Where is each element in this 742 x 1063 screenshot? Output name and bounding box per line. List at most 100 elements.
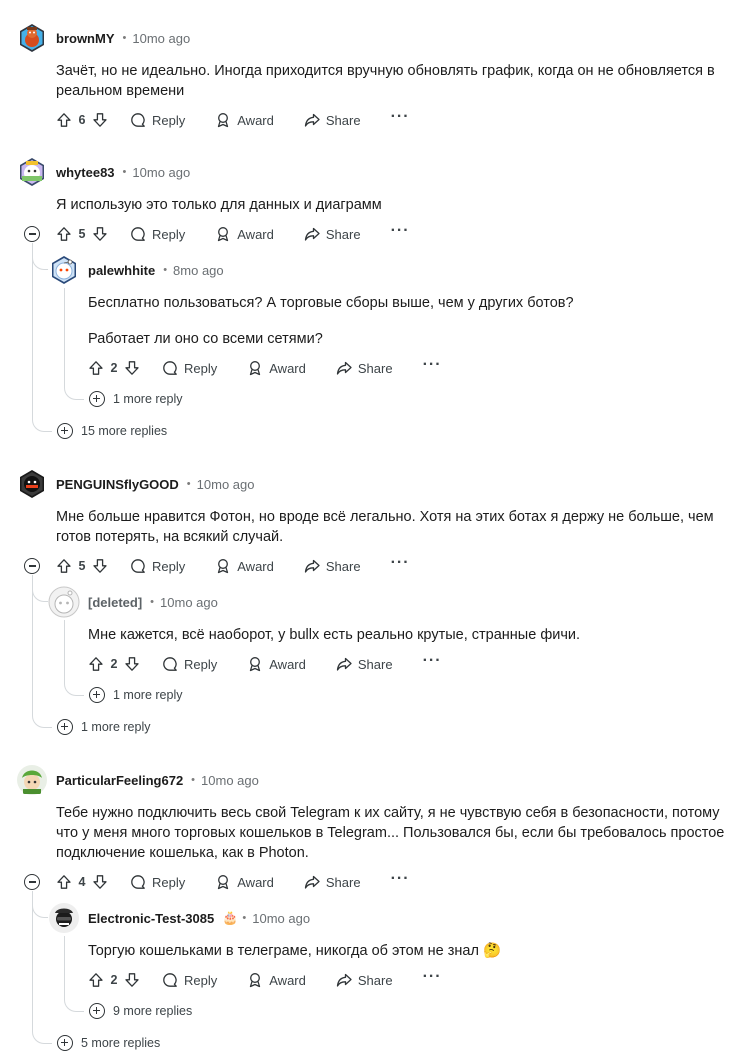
avatar-icon: [20, 158, 44, 186]
timestamp[interactable]: 10mo ago: [201, 773, 259, 788]
collapse-thread-button[interactable]: [24, 558, 40, 574]
downvote-icon[interactable]: [124, 972, 140, 988]
more-options-button[interactable]: ···: [423, 653, 442, 672]
more-replies-button[interactable]: 9 more replies: [89, 1003, 192, 1019]
thread-line: [64, 936, 65, 1000]
award-icon: [218, 113, 229, 128]
downvote-icon[interactable]: [124, 656, 140, 672]
comment-paragraph: Бесплатно пользоваться? А торговые сборы…: [88, 295, 574, 311]
upvote-icon[interactable]: [88, 656, 104, 672]
timestamp[interactable]: 10mo ago: [132, 165, 190, 180]
reply-label: Reply: [152, 226, 186, 242]
vote-control: 6: [56, 112, 108, 128]
downvote-icon[interactable]: [92, 112, 108, 128]
timestamp[interactable]: 10mo ago: [132, 31, 190, 46]
downvote-icon[interactable]: [124, 360, 140, 376]
reply-label: Reply: [184, 972, 218, 988]
share-label: Share: [325, 874, 361, 890]
reply-label: Reply: [152, 558, 186, 574]
award-button[interactable]: Award: [215, 112, 274, 128]
reply-button[interactable]: Reply: [162, 656, 217, 672]
username[interactable]: brownMY: [56, 31, 115, 46]
share-button[interactable]: Share: [304, 112, 361, 128]
share-button[interactable]: Share: [304, 226, 361, 242]
share-label: Share: [325, 558, 361, 574]
upvote-icon[interactable]: [88, 972, 104, 988]
reply-button[interactable]: Reply: [130, 874, 185, 890]
share-icon: [336, 657, 352, 671]
avatar[interactable]: [16, 22, 48, 54]
timestamp[interactable]: 10mo ago: [160, 595, 218, 610]
username[interactable]: whytee83: [56, 165, 115, 180]
award-button[interactable]: Award: [247, 360, 306, 376]
reply-button[interactable]: Reply: [162, 972, 217, 988]
avatar[interactable]: [16, 468, 48, 500]
downvote-icon[interactable]: [92, 874, 108, 890]
username[interactable]: ParticularFeeling672: [56, 773, 183, 788]
avatar[interactable]: [48, 586, 80, 618]
upvote-icon[interactable]: [56, 112, 72, 128]
share-button[interactable]: Share: [336, 656, 393, 672]
vote-count: 5: [78, 559, 86, 573]
downvote-icon[interactable]: [92, 558, 108, 574]
downvote-icon[interactable]: [92, 226, 108, 242]
reply-button[interactable]: Reply: [130, 112, 185, 128]
share-button[interactable]: Share: [304, 558, 361, 574]
avatar[interactable]: [16, 156, 48, 188]
more-replies-button[interactable]: 1 more reply: [89, 687, 182, 703]
username[interactable]: PENGUINSflyGOOD: [56, 477, 179, 492]
avatar[interactable]: [16, 764, 48, 796]
collapse-thread-button[interactable]: [24, 226, 40, 242]
vote-count: 2: [110, 657, 118, 671]
more-options-button[interactable]: ···: [423, 969, 442, 988]
avatar[interactable]: [48, 902, 80, 934]
award-button[interactable]: Award: [215, 558, 274, 574]
reply-button[interactable]: Reply: [162, 360, 217, 376]
more-replies-button[interactable]: 5 more replies: [57, 1035, 160, 1051]
timestamp[interactable]: 10mo ago: [252, 911, 310, 926]
award-button[interactable]: Award: [247, 656, 306, 672]
upvote-icon[interactable]: [56, 874, 72, 890]
more-options-button[interactable]: ···: [391, 871, 410, 890]
vote-control: 2: [88, 656, 140, 672]
award-button[interactable]: Award: [215, 874, 274, 890]
more-options-button[interactable]: ···: [423, 357, 442, 376]
comment-icon: [131, 113, 145, 127]
more-replies-button[interactable]: 1 more reply: [89, 391, 182, 407]
avatar-icon: [20, 24, 44, 52]
more-options-button[interactable]: ···: [391, 109, 410, 128]
comment-icon: [163, 657, 177, 671]
upvote-icon[interactable]: [56, 558, 72, 574]
thread-line: [32, 702, 52, 728]
collapse-thread-button[interactable]: [24, 874, 40, 890]
more-options-button[interactable]: ···: [391, 223, 410, 242]
more-options-button[interactable]: ···: [391, 555, 410, 574]
share-button[interactable]: Share: [304, 874, 361, 890]
thread-line: [64, 992, 84, 1012]
separator-dot: •: [122, 32, 127, 44]
award-button[interactable]: Award: [247, 972, 306, 988]
username[interactable]: Electronic-Test-3085: [88, 911, 214, 926]
award-icon: [250, 973, 261, 988]
avatar-icon: [52, 256, 76, 284]
upvote-icon[interactable]: [56, 226, 72, 242]
share-button[interactable]: Share: [336, 972, 393, 988]
upvote-icon[interactable]: [88, 360, 104, 376]
comment-body: Торгую кошельками в телеграме, никогда о…: [88, 941, 728, 961]
comment-body: Тебе нужно подключить весь свой Telegram…: [56, 803, 736, 863]
reply-button[interactable]: Reply: [130, 226, 185, 242]
avatar[interactable]: [48, 254, 80, 286]
expand-icon: [89, 1003, 105, 1019]
expand-icon: [89, 391, 105, 407]
share-label: Share: [357, 360, 393, 376]
thread-line: [64, 288, 65, 388]
reply-button[interactable]: Reply: [130, 558, 185, 574]
timestamp[interactable]: 10mo ago: [197, 477, 255, 492]
award-button[interactable]: Award: [215, 226, 274, 242]
share-button[interactable]: Share: [336, 360, 393, 376]
timestamp[interactable]: 8mo ago: [173, 263, 224, 278]
username[interactable]: palewhhite: [88, 263, 155, 278]
more-replies-button[interactable]: 15 more replies: [57, 423, 167, 439]
more-replies-button[interactable]: 1 more reply: [57, 719, 150, 735]
thread-line: [64, 620, 65, 684]
